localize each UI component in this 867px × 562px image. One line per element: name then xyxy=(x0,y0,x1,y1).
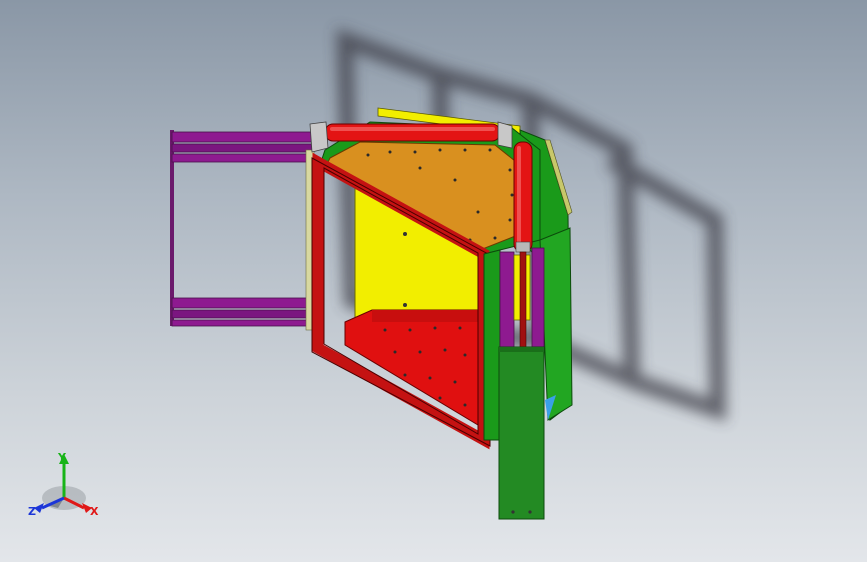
back-panel-hole xyxy=(403,232,407,236)
x-axis-label: X xyxy=(90,505,99,518)
cad-viewport[interactable]: Y X Z xyxy=(0,0,867,562)
z-axis-label: Z xyxy=(28,505,36,518)
floor-lip xyxy=(372,310,478,322)
support-post[interactable] xyxy=(498,346,545,520)
y-axis-label: Y xyxy=(58,451,66,464)
axis-triad[interactable]: Y X Z xyxy=(24,448,104,524)
back-panel-hole xyxy=(403,303,407,307)
3d-model-view[interactable] xyxy=(0,0,867,562)
right-frame-post[interactable] xyxy=(483,249,501,441)
left-rail-assembly[interactable] xyxy=(170,130,315,331)
